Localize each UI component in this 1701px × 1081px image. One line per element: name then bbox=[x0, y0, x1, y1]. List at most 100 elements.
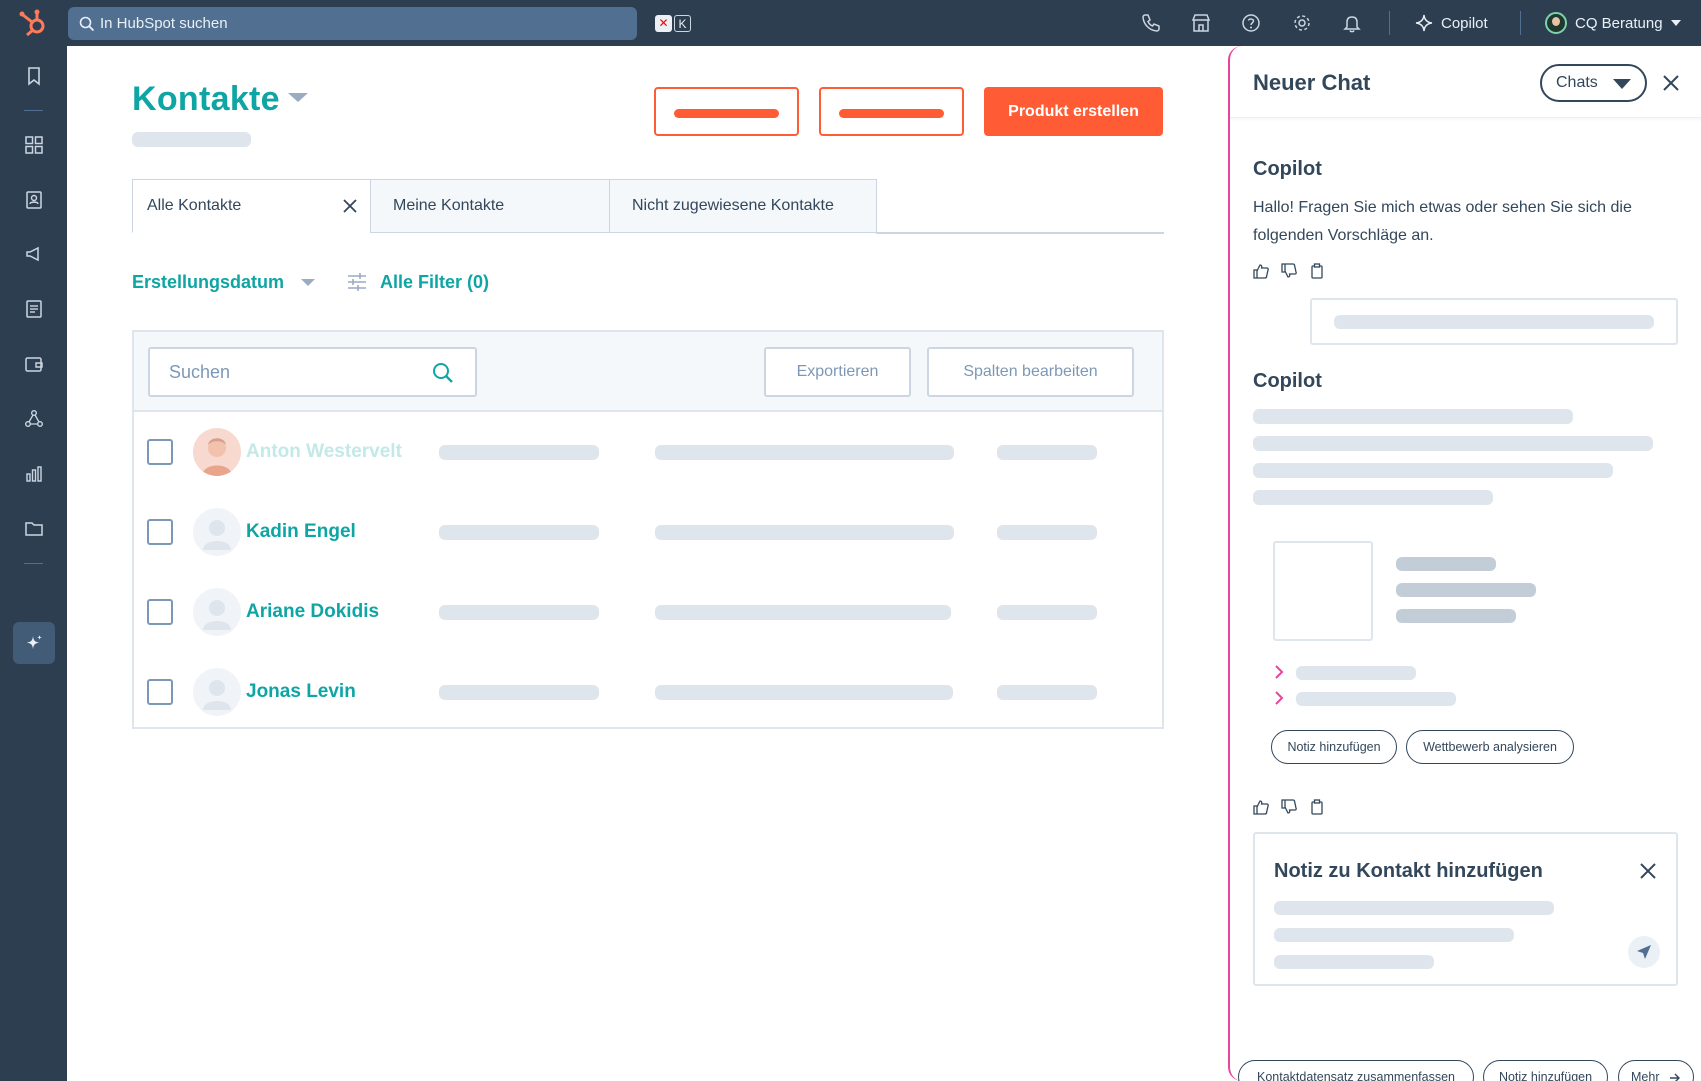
dashboard-grid-icon[interactable] bbox=[24, 135, 44, 155]
chevron-right-icon[interactable] bbox=[1273, 665, 1285, 679]
thumbs-down-icon[interactable] bbox=[1281, 263, 1297, 279]
row-checkbox[interactable] bbox=[147, 439, 173, 465]
text-placeholder bbox=[1253, 409, 1573, 424]
automation-network-icon[interactable] bbox=[24, 409, 44, 429]
person-placeholder-icon bbox=[203, 600, 231, 630]
cell-placeholder bbox=[439, 525, 599, 540]
title-dropdown-caret-icon[interactable] bbox=[288, 93, 308, 102]
text-placeholder bbox=[1396, 609, 1516, 623]
settings-gear-icon[interactable] bbox=[1292, 13, 1312, 33]
add-note-chip[interactable]: Notiz hinzufügen bbox=[1271, 730, 1397, 764]
thumbs-up-icon[interactable] bbox=[1253, 799, 1269, 815]
contact-name-link[interactable]: Jonas Levin bbox=[246, 681, 356, 703]
sidebar-divider bbox=[24, 110, 43, 111]
all-filters-button[interactable]: Alle Filter (0) bbox=[380, 272, 489, 293]
table-row[interactable]: Kadin Engel bbox=[134, 492, 1162, 572]
copilot-button[interactable]: Copilot bbox=[1415, 13, 1488, 33]
table-row[interactable]: Ariane Dokidis bbox=[134, 572, 1162, 652]
account-menu[interactable]: CQ Beratung bbox=[1545, 11, 1681, 35]
close-icon[interactable] bbox=[1639, 862, 1657, 880]
analyze-competition-chip[interactable]: Wettbewerb analysieren bbox=[1406, 730, 1574, 764]
tab-my-contacts[interactable]: Meine Kontakte bbox=[370, 179, 610, 233]
folder-icon[interactable] bbox=[24, 519, 44, 539]
cell-placeholder bbox=[997, 525, 1097, 540]
contact-avatar-photo bbox=[193, 428, 241, 476]
person-placeholder-icon bbox=[203, 680, 231, 710]
hubspot-logo-icon[interactable] bbox=[18, 8, 50, 38]
cell-placeholder bbox=[655, 525, 954, 540]
chat-panel-header: Neuer Chat Chats bbox=[1230, 46, 1701, 118]
thumbs-up-icon[interactable] bbox=[1253, 263, 1269, 279]
contact-name-link[interactable]: Anton Westervelt bbox=[246, 441, 402, 463]
close-icon[interactable] bbox=[342, 198, 358, 214]
page-title[interactable]: Kontakte bbox=[132, 80, 280, 119]
tab-all-contacts[interactable]: Alle Kontakte bbox=[132, 179, 371, 233]
table-search-box[interactable] bbox=[148, 347, 477, 397]
cell-placeholder bbox=[997, 685, 1097, 700]
table-row[interactable]: Anton Westervelt bbox=[134, 412, 1162, 492]
button-label-placeholder bbox=[839, 109, 944, 118]
copy-clipboard-icon[interactable] bbox=[1309, 799, 1325, 815]
sidebar-item-copilot[interactable] bbox=[13, 622, 55, 664]
add-note-suggestion-chip[interactable]: Notiz hinzufügen bbox=[1483, 1060, 1608, 1081]
text-placeholder bbox=[1396, 557, 1496, 571]
source-link-placeholder[interactable] bbox=[1296, 666, 1416, 680]
tab-unassigned-contacts[interactable]: Nicht zugewiesene Kontakte bbox=[609, 179, 877, 233]
bookmark-icon[interactable] bbox=[24, 66, 44, 86]
cell-placeholder bbox=[655, 605, 951, 620]
table-row[interactable]: Jonas Levin bbox=[134, 652, 1162, 732]
cell-placeholder bbox=[655, 445, 954, 460]
content-icon[interactable] bbox=[24, 299, 44, 319]
contact-avatar bbox=[193, 508, 241, 556]
contacts-card-icon[interactable] bbox=[24, 190, 44, 210]
add-note-card: Notiz zu Kontakt hinzufügen bbox=[1253, 832, 1678, 986]
note-text-placeholder[interactable] bbox=[1274, 901, 1554, 915]
help-icon[interactable] bbox=[1241, 13, 1261, 33]
summarize-contact-chip[interactable]: Kontaktdatensatz zusammenfassen bbox=[1238, 1060, 1474, 1081]
more-suggestions-chip[interactable]: Mehr bbox=[1618, 1060, 1694, 1081]
secondary-action-button[interactable] bbox=[654, 87, 799, 136]
commerce-wallet-icon[interactable] bbox=[24, 354, 44, 374]
chevron-right-icon[interactable] bbox=[1273, 691, 1285, 705]
creation-date-filter[interactable]: Erstellungsdatum bbox=[132, 272, 284, 293]
row-checkbox[interactable] bbox=[147, 599, 173, 625]
phone-icon[interactable] bbox=[1141, 13, 1161, 33]
note-text-placeholder[interactable] bbox=[1274, 955, 1434, 969]
contacts-table: Exportieren Spalten bearbeiten Anton Wes… bbox=[132, 330, 1164, 729]
thumbs-down-icon[interactable] bbox=[1281, 799, 1297, 815]
notifications-bell-icon[interactable] bbox=[1342, 13, 1362, 33]
button-label-placeholder bbox=[674, 109, 779, 118]
export-button[interactable]: Exportieren bbox=[764, 347, 911, 397]
shortcut-modifier-icon: ✕ bbox=[655, 15, 672, 32]
create-product-button[interactable]: Produkt erstellen bbox=[984, 87, 1163, 136]
close-icon[interactable] bbox=[1662, 74, 1680, 92]
contact-name-link[interactable]: Ariane Dokidis bbox=[246, 601, 379, 623]
marketing-megaphone-icon[interactable] bbox=[24, 244, 44, 264]
global-search-bar[interactable]: In HubSpot suchen ✕ K bbox=[68, 7, 691, 40]
chats-dropdown-button[interactable]: Chats bbox=[1540, 64, 1647, 102]
topbar-divider bbox=[1389, 11, 1390, 35]
tab-label: Alle Kontakte bbox=[147, 197, 242, 214]
row-checkbox[interactable] bbox=[147, 519, 173, 545]
subtitle-placeholder bbox=[132, 132, 251, 147]
message-placeholder bbox=[1334, 315, 1654, 329]
source-link-placeholder[interactable] bbox=[1296, 692, 1456, 706]
caret-down-icon[interactable] bbox=[301, 279, 315, 286]
reporting-chart-icon[interactable] bbox=[24, 464, 44, 484]
contact-name-link[interactable]: Kadin Engel bbox=[246, 521, 356, 543]
table-search-input[interactable] bbox=[169, 361, 419, 383]
marketplace-icon[interactable] bbox=[1191, 13, 1211, 33]
send-button[interactable] bbox=[1628, 936, 1660, 968]
cell-placeholder bbox=[997, 605, 1097, 620]
search-icon bbox=[79, 16, 95, 32]
search-icon[interactable] bbox=[431, 361, 455, 385]
user-avatar bbox=[1545, 12, 1567, 34]
filter-sliders-icon[interactable] bbox=[347, 273, 367, 291]
secondary-action-button[interactable] bbox=[819, 87, 964, 136]
edit-columns-button[interactable]: Spalten bearbeiten bbox=[927, 347, 1134, 397]
copy-clipboard-icon[interactable] bbox=[1309, 263, 1325, 279]
sidebar-divider bbox=[24, 563, 43, 564]
note-text-placeholder[interactable] bbox=[1274, 928, 1514, 942]
text-placeholder bbox=[1253, 490, 1493, 505]
row-checkbox[interactable] bbox=[147, 679, 173, 705]
